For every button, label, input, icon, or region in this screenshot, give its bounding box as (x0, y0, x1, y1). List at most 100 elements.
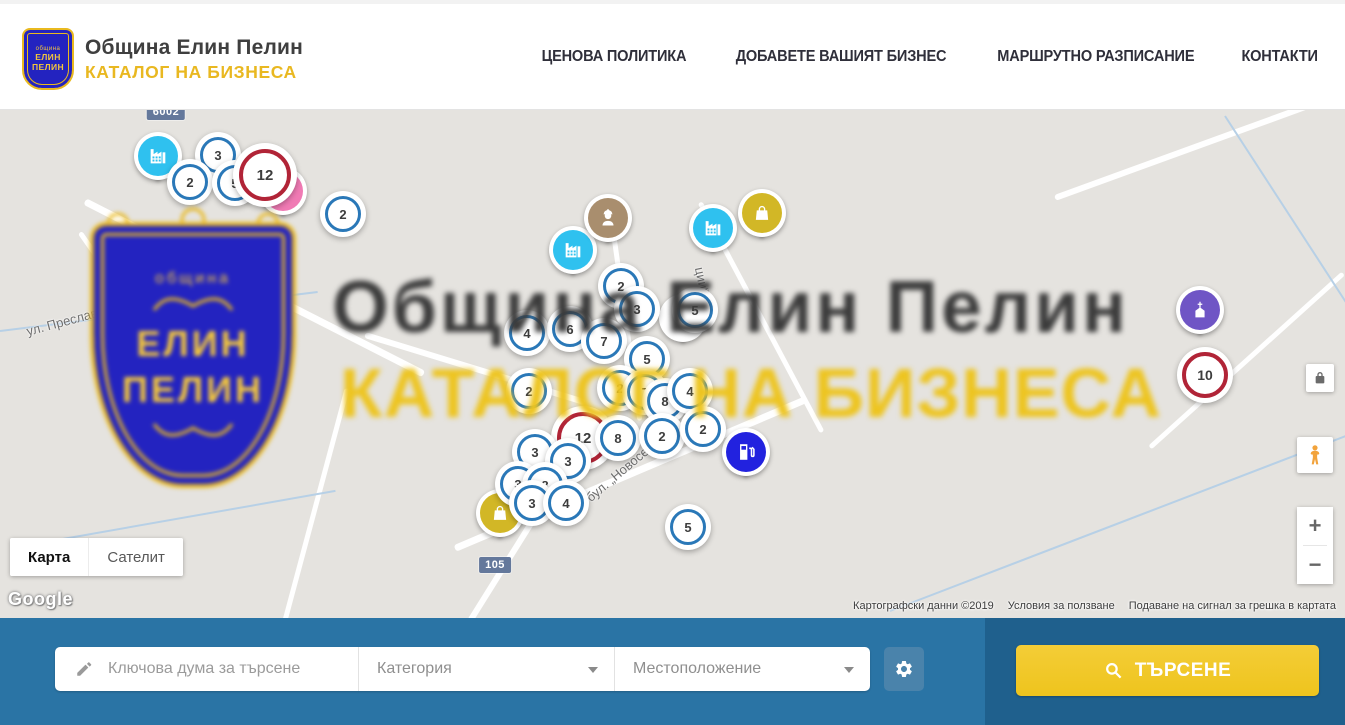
cluster-marker[interactable]: 10 (1177, 347, 1233, 403)
cluster-count: 2 (685, 411, 721, 447)
zoom-out-button[interactable]: − (1297, 546, 1333, 584)
page: община ЕЛИН ПЕЛИН Община Елин Пелин КАТА… (0, 0, 1345, 725)
chevron-down-icon (588, 667, 598, 673)
map-type-map-button[interactable]: Карта (10, 538, 88, 576)
fuel-icon (726, 432, 766, 472)
cluster-count: 2 (511, 373, 547, 409)
cluster-marker[interactable]: 2 (167, 159, 213, 205)
municipality-logo: община ЕЛИН ПЕЛИН (22, 28, 74, 90)
cluster-marker[interactable]: 2 (680, 406, 726, 452)
location-select[interactable]: Местоположение (614, 647, 870, 691)
cluster-count: 2 (644, 418, 680, 454)
nav-item-1[interactable]: ЦЕНОВА ПОЛИТИКА (542, 48, 687, 66)
brand-text: Община Елин Пелин КАТАЛОГ НА БИЗНЕСА (85, 36, 303, 83)
map-type-satellite-button[interactable]: Сателит (88, 538, 183, 576)
advanced-search-button[interactable] (884, 647, 924, 691)
waterway-line (1224, 115, 1345, 326)
site-subtitle: КАТАЛОГ НА БИЗНЕСА (85, 62, 303, 83)
watermark-crest-name-1: ЕЛИН (136, 324, 249, 364)
main-nav: ЦЕНОВА ПОЛИТИКА ДОБАВЕТЕ ВАШИЯТ БИЗНЕС МАР… (537, 4, 1320, 110)
crest-name-2: ПЕЛИН (32, 63, 64, 72)
site-title: Община Елин Пелин (85, 36, 303, 60)
category-value: Категория (377, 660, 452, 678)
crest-name-1: ЕЛИН (35, 53, 60, 62)
pin-head (1176, 286, 1224, 334)
watermark-title: Община Елин Пелин (332, 266, 1129, 349)
cluster-count: 5 (677, 292, 713, 328)
road-line (83, 198, 425, 377)
cluster-marker[interactable]: 4 (543, 480, 589, 526)
map-attribution: Картографски данни ©2019 Условия за ползв… (848, 600, 1341, 612)
cluster-count: 8 (600, 420, 636, 456)
attribution-link[interactable]: Условия за ползване (1003, 600, 1120, 612)
pin-marker-church[interactable] (1176, 286, 1224, 334)
cluster-marker[interactable]: 2 (639, 413, 685, 459)
lock-control[interactable] (1306, 364, 1334, 392)
cluster-count: 5 (670, 509, 706, 545)
search-icon (1104, 661, 1123, 680)
factory-icon (693, 208, 733, 248)
waterway-line (890, 431, 1345, 612)
cluster-count: 12 (239, 149, 291, 201)
cluster-marker[interactable]: 7 (581, 318, 627, 364)
location-value: Местоположение (633, 660, 761, 678)
road-line (1054, 110, 1345, 201)
google-logo[interactable]: Google (8, 589, 73, 610)
header: община ЕЛИН ПЕЛИН Община Елин Пелин КАТА… (0, 0, 1345, 110)
cluster-count: 3 (619, 291, 655, 327)
map-type-toggle: Карта Сателит (10, 538, 183, 576)
search-fields: Категория Местоположение (55, 647, 870, 691)
watermark-logo: община ЕЛИН ПЕЛИН (90, 222, 296, 488)
attribution-text: Картографски данни ©2019 (848, 600, 999, 612)
zoom-in-button[interactable]: + (1297, 507, 1333, 545)
road-line (283, 388, 350, 618)
cluster-marker[interactable]: 4 (504, 310, 550, 356)
cluster-marker[interactable]: 12 (233, 143, 297, 207)
search-button-panel: ТЪРСЕНЕ (985, 618, 1345, 725)
cluster-count: 2 (325, 196, 361, 232)
cluster-count: 4 (509, 315, 545, 351)
pin-marker-worker[interactable] (584, 194, 632, 242)
pin-head (722, 428, 770, 476)
cluster-count: 10 (1182, 352, 1228, 398)
nav-item-2[interactable]: ДОБАВЕТЕ ВАШИЯТ БИЗНЕС (736, 48, 947, 66)
cluster-marker[interactable]: 5 (665, 504, 711, 550)
cluster-count: 4 (548, 485, 584, 521)
pencil-icon (75, 660, 93, 678)
pin-head (738, 189, 786, 237)
keyword-field[interactable] (55, 647, 358, 691)
cluster-count: 7 (586, 323, 622, 359)
pegman-icon (1303, 443, 1327, 467)
attribution-link[interactable]: Подаване на сигнал за грешка в картата (1124, 600, 1341, 612)
pin-head (584, 194, 632, 242)
gear-icon (894, 659, 914, 679)
church-icon (1180, 290, 1220, 330)
street-label: ул. Преслав (25, 305, 99, 338)
worker-icon (588, 198, 628, 238)
map-canvas[interactable]: ул. Преславбул. „Новоселции“6002105 3251… (0, 110, 1345, 618)
pin-marker-fuel[interactable] (722, 428, 770, 476)
pin-marker-factory[interactable] (689, 204, 737, 252)
category-select[interactable]: Категория (358, 647, 614, 691)
lock-icon (1312, 370, 1328, 386)
pin-head (689, 204, 737, 252)
chevron-down-icon (844, 667, 854, 673)
keyword-input[interactable] (106, 659, 340, 679)
search-bar: Категория Местоположение ТЪРСЕНЕ (0, 618, 1345, 725)
cluster-marker[interactable]: 2 (506, 368, 552, 414)
cluster-count: 2 (172, 164, 208, 200)
bag-icon (742, 193, 782, 233)
cluster-marker[interactable]: 2 (320, 191, 366, 237)
nav-item-4[interactable]: КОНТАКТИ (1241, 48, 1317, 66)
street-view-pegman[interactable] (1297, 437, 1333, 473)
search-button-label: ТЪРСЕНЕ (1135, 660, 1232, 682)
road-number-shield: 105 (479, 557, 511, 573)
nav-item-3[interactable]: МАРШРУТНО РАЗПИСАНИЕ (997, 48, 1194, 66)
zoom-control: + − (1297, 507, 1333, 584)
cluster-marker[interactable]: 5 (672, 287, 718, 333)
brand[interactable]: община ЕЛИН ПЕЛИН Община Елин Пелин КАТА… (22, 28, 303, 90)
search-button[interactable]: ТЪРСЕНЕ (1016, 645, 1319, 696)
cluster-count: 4 (672, 373, 708, 409)
pin-marker-bag[interactable] (738, 189, 786, 237)
cluster-marker[interactable]: 8 (595, 415, 641, 461)
